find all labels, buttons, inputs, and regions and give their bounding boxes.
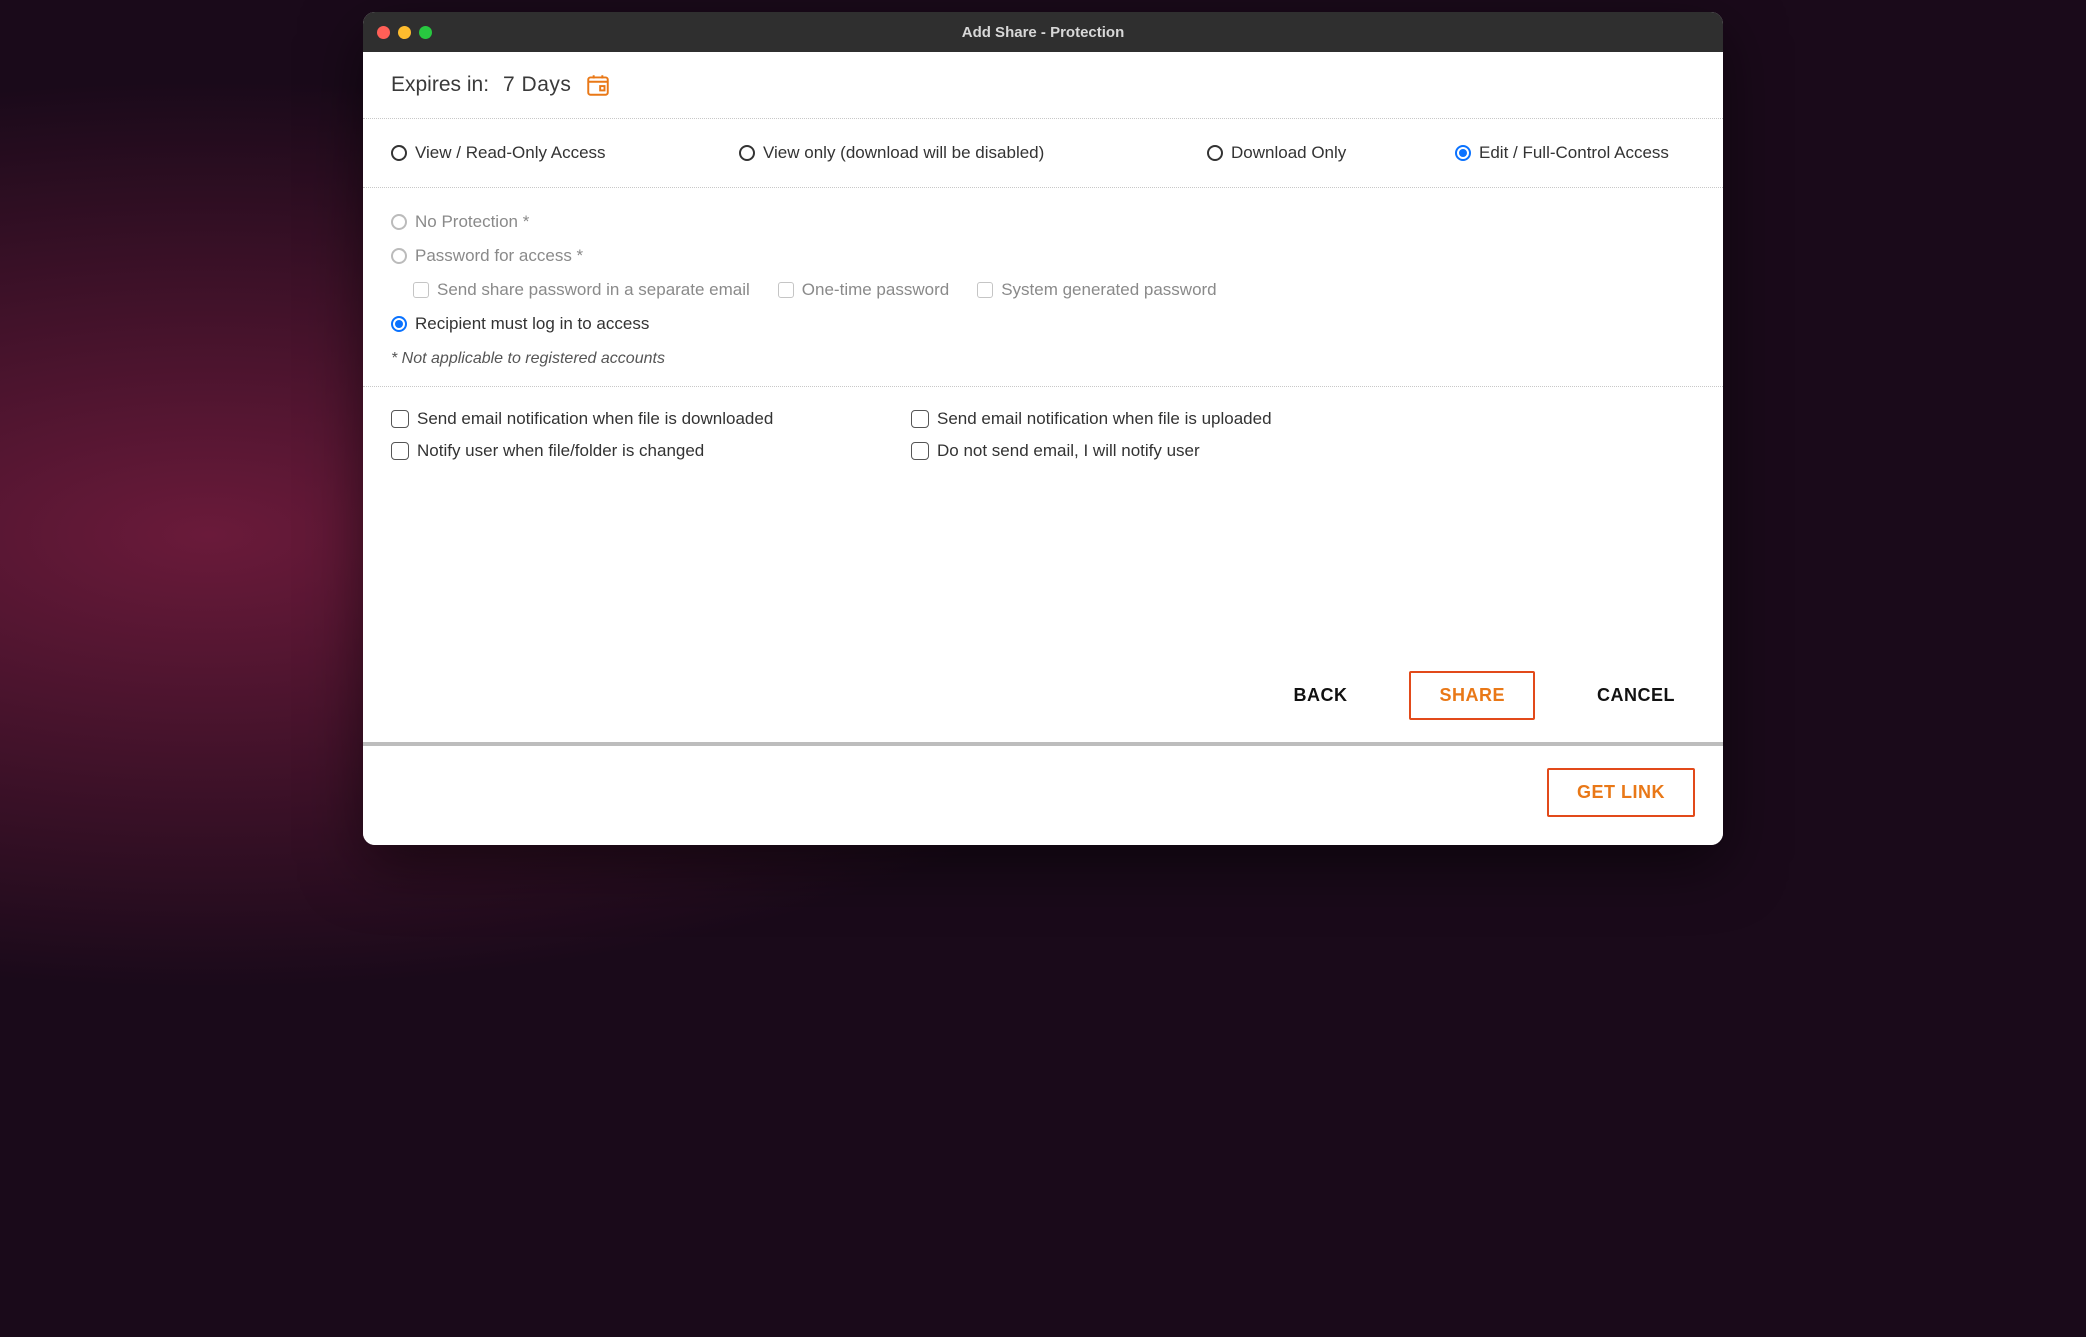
checkbox-icon [391, 410, 409, 428]
check-system-generated-password: System generated password [977, 280, 1216, 300]
radio-icon [391, 316, 407, 332]
check-separate-email: Send share password in a separate email [413, 280, 750, 300]
check-one-time-password: One-time password [778, 280, 949, 300]
checkbox-icon [778, 282, 794, 298]
radio-icon [391, 145, 407, 161]
title-bar[interactable]: Add Share - Protection [363, 12, 1723, 52]
protection-option-label: No Protection * [415, 212, 529, 232]
minimize-window-button[interactable] [398, 26, 411, 39]
notification-section: Send email notification when file is dow… [363, 387, 1723, 471]
radio-icon [391, 248, 407, 264]
access-radio-read-only[interactable]: View / Read-Only Access [391, 143, 691, 163]
protection-option-label: Password for access * [415, 246, 583, 266]
protection-footnote: * Not applicable to registered accounts [391, 350, 1695, 368]
expires-row: Expires in: 7 Days [363, 52, 1723, 119]
checkbox-label: System generated password [1001, 280, 1216, 300]
checkbox-label: One-time password [802, 280, 949, 300]
access-level-row: View / Read-Only Access View only (downl… [363, 119, 1723, 188]
protection-radio-recipient-login[interactable]: Recipient must log in to access [391, 314, 1695, 334]
access-radio-label: Edit / Full-Control Access [1479, 143, 1669, 163]
access-radio-view-only[interactable]: View only (download will be disabled) [739, 143, 1159, 163]
expires-label: Expires in: [391, 73, 489, 97]
share-button[interactable]: SHARE [1409, 671, 1535, 720]
zoom-window-button[interactable] [419, 26, 432, 39]
calendar-icon[interactable] [585, 72, 611, 98]
footer-actions: BACK SHARE CANCEL [363, 471, 1723, 746]
check-notify-changed[interactable]: Notify user when file/folder is changed [391, 441, 871, 461]
access-radio-label: View only (download will be disabled) [763, 143, 1044, 163]
checkbox-label: Do not send email, I will notify user [937, 441, 1200, 461]
access-radio-label: View / Read-Only Access [415, 143, 606, 163]
access-radio-label: Download Only [1231, 143, 1346, 163]
dialog-window: Add Share - Protection Expires in: 7 Day… [363, 12, 1723, 845]
footer-link-row: GET LINK [363, 746, 1723, 845]
access-radio-full-control[interactable]: Edit / Full-Control Access [1455, 143, 1695, 163]
check-notify-downloaded[interactable]: Send email notification when file is dow… [391, 409, 871, 429]
expires-value: 7 Days [503, 73, 571, 97]
checkbox-icon [911, 442, 929, 460]
protection-section: No Protection * Password for access * Se… [363, 188, 1723, 387]
radio-icon [1455, 145, 1471, 161]
radio-icon [739, 145, 755, 161]
radio-icon [1207, 145, 1223, 161]
access-radio-download-only[interactable]: Download Only [1207, 143, 1407, 163]
checkbox-icon [911, 410, 929, 428]
checkbox-label: Send share password in a separate email [437, 280, 750, 300]
cancel-button[interactable]: CANCEL [1577, 673, 1695, 718]
radio-icon [391, 214, 407, 230]
checkbox-label: Send email notification when file is upl… [937, 409, 1272, 429]
traffic-lights [363, 26, 432, 39]
protection-radio-no-protection: No Protection * [391, 212, 1695, 232]
close-window-button[interactable] [377, 26, 390, 39]
checkbox-icon [391, 442, 409, 460]
back-button[interactable]: BACK [1273, 673, 1367, 718]
protection-option-label: Recipient must log in to access [415, 314, 649, 334]
check-notify-uploaded[interactable]: Send email notification when file is upl… [911, 409, 1391, 429]
password-sub-options: Send share password in a separate email … [413, 280, 1695, 300]
checkbox-label: Notify user when file/folder is changed [417, 441, 704, 461]
checkbox-label: Send email notification when file is dow… [417, 409, 773, 429]
window-title: Add Share - Protection [363, 24, 1723, 41]
check-do-not-send-email[interactable]: Do not send email, I will notify user [911, 441, 1391, 461]
checkbox-icon [413, 282, 429, 298]
get-link-button[interactable]: GET LINK [1547, 768, 1695, 817]
protection-radio-password: Password for access * [391, 246, 1695, 266]
checkbox-icon [977, 282, 993, 298]
